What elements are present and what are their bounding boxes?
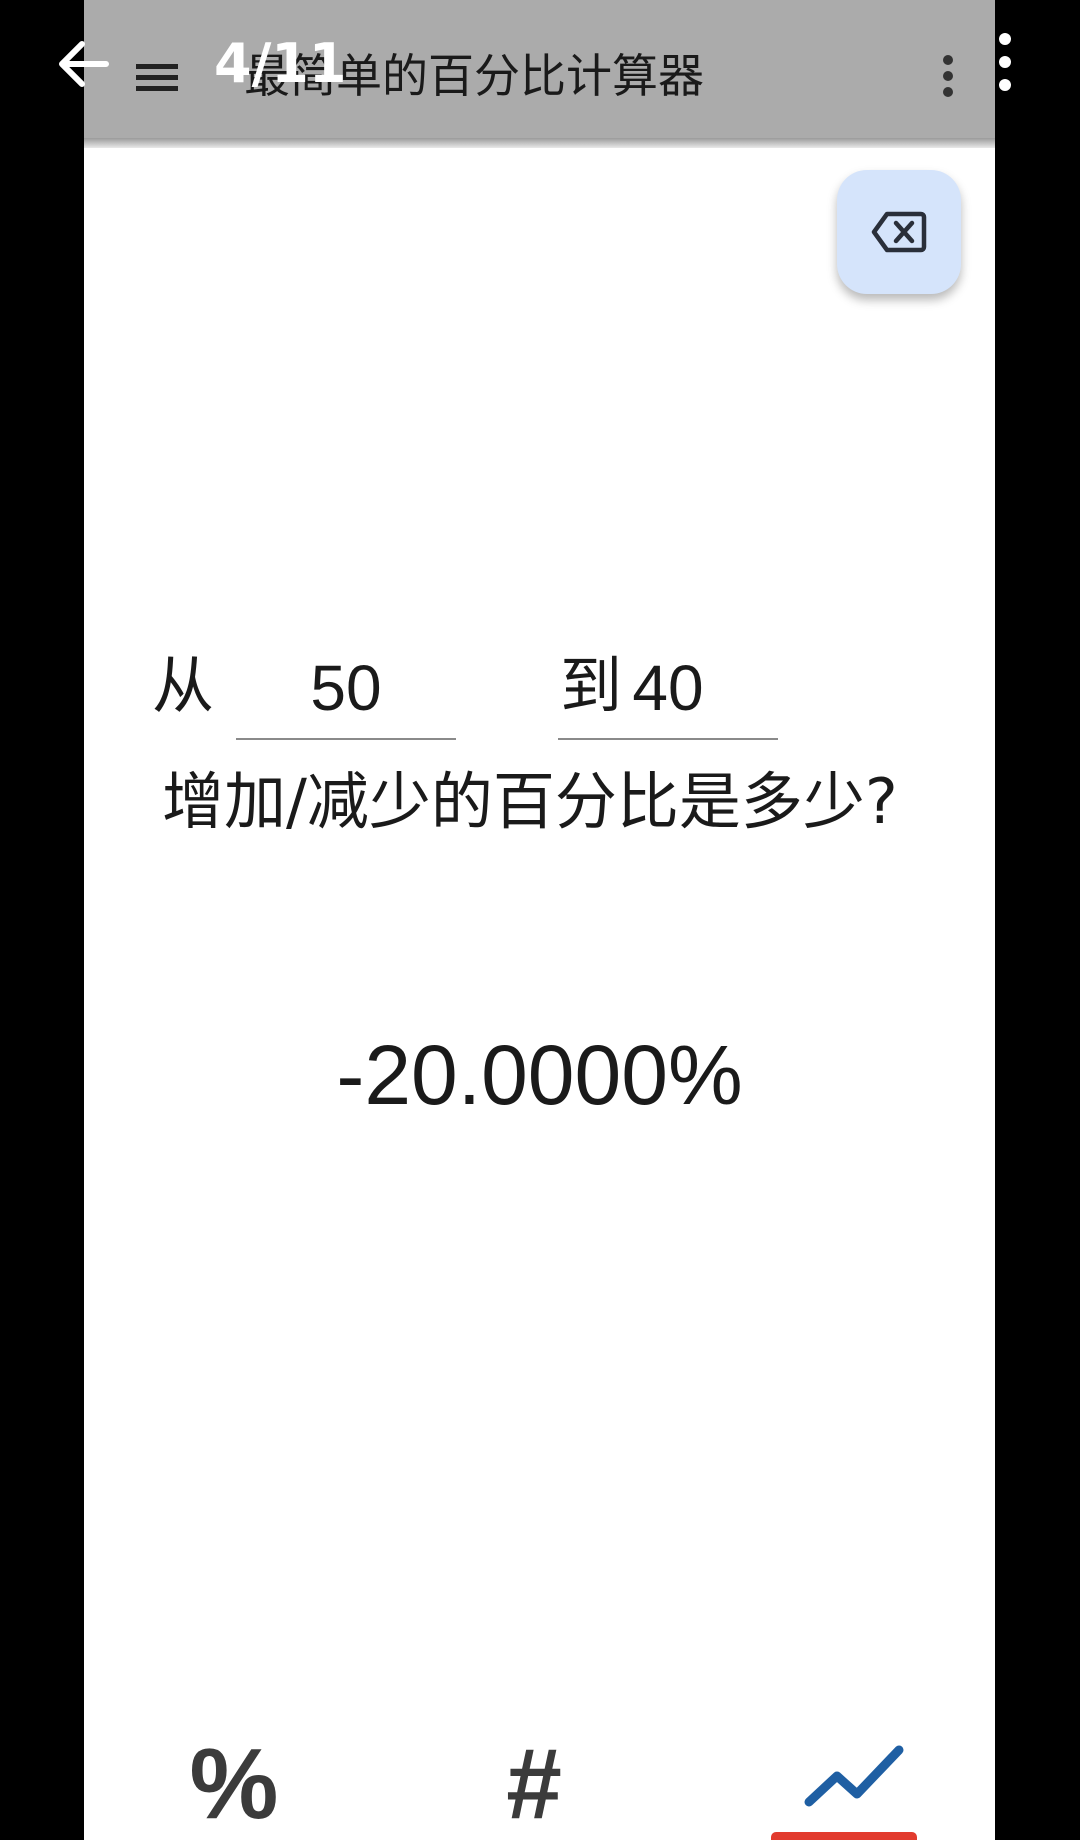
from-label: 从 [152,649,215,722]
backspace-button[interactable] [837,170,961,294]
overflow-menu-button[interactable] [924,46,972,106]
result-value: -20.0000% [336,1028,743,1122]
bottom-navigation: % # [84,1720,995,1840]
viewer-back-button[interactable] [54,34,114,94]
tab-number[interactable]: # [384,1720,684,1840]
viewer-more-button[interactable] [992,30,1018,94]
question-block: 从 50 到 40 增加/减少的百分比是多少? [152,640,952,838]
tab-change[interactable] [695,1720,995,1840]
more-vertical-icon [999,33,1011,91]
image-viewer: 最简单的百分比计算器 从 50 到 40 增加/减少的百分比是多少? -20.0… [0,0,1080,1840]
percent-icon: % [189,1728,279,1840]
selected-tab-indicator [771,1832,917,1840]
from-value-input[interactable]: 50 [236,640,456,740]
back-arrow-icon [59,41,109,87]
question-tail-text: 增加/减少的百分比是多少? [162,765,898,838]
tab-percent[interactable]: % [84,1720,384,1840]
hash-icon: # [506,1728,562,1840]
backspace-icon [871,211,927,253]
menu-button[interactable] [124,44,190,110]
hamburger-menu-icon [136,64,178,91]
image-counter: 4/11 [214,32,347,95]
app-screen: 最简单的百分比计算器 从 50 到 40 增加/减少的百分比是多少? -20.0… [84,0,995,1840]
trending-up-icon [804,1745,904,1807]
question-line-1: 从 50 到 40 [152,640,952,750]
app-bar-shadow [84,138,995,148]
more-vertical-icon [943,55,953,97]
to-value-input[interactable]: 40 [558,640,778,740]
